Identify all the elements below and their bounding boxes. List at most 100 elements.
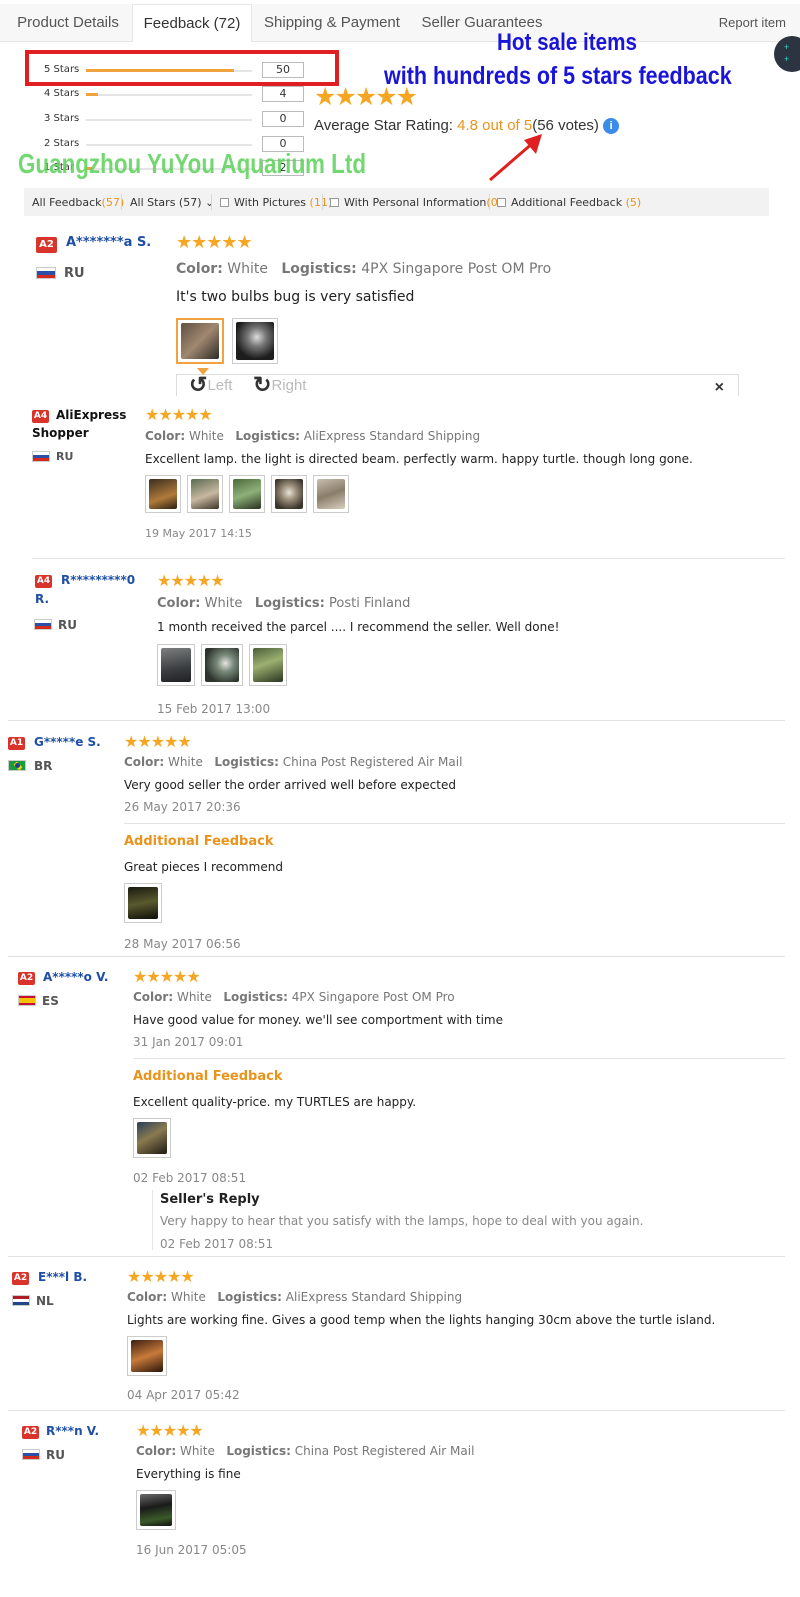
seller-reply-text: Very happy to hear that you satisfy with… bbox=[160, 1214, 644, 1228]
review-photo-thumb[interactable] bbox=[249, 644, 287, 686]
rating-row-label: 3 Stars bbox=[44, 113, 80, 124]
reviewer-country: RU bbox=[56, 450, 74, 463]
review-meta: Color: White Logistics: China Post Regis… bbox=[124, 755, 463, 769]
review-photo-thumb[interactable] bbox=[201, 644, 243, 686]
review-photo-thumb[interactable] bbox=[133, 1118, 171, 1158]
rotate-left-button[interactable]: ↺Left bbox=[189, 372, 232, 398]
review-photo-thumb[interactable] bbox=[145, 475, 181, 513]
reviewer-name[interactable]: E***l B. bbox=[38, 1270, 87, 1284]
additional-feedback-text: Excellent quality-price. my TURTLES are … bbox=[133, 1095, 417, 1109]
buyer-level-badge: A1 bbox=[8, 737, 25, 750]
reviewer-name[interactable]: R***n V. bbox=[46, 1424, 99, 1438]
rotate-right-button[interactable]: ↻Right bbox=[253, 372, 306, 398]
reviewer-name[interactable]: A*******a S. bbox=[66, 235, 151, 250]
reply-indent-line bbox=[152, 1190, 153, 1250]
review-text: Excellent lamp. the light is directed be… bbox=[145, 452, 693, 466]
additional-feedback-date: 28 May 2017 06:56 bbox=[124, 937, 241, 951]
rating-bar bbox=[86, 93, 252, 96]
average-rating: Average Star Rating: 4.8 out of 5(56 vot… bbox=[314, 117, 620, 134]
rotate-left-icon: ↺ bbox=[189, 372, 208, 397]
reviewer-name[interactable]: A*****o V. bbox=[43, 970, 108, 984]
tab-product-details[interactable]: Product Details bbox=[0, 4, 136, 42]
feedback-tabs: Product Details Feedback (72) Shipping &… bbox=[0, 4, 800, 42]
divider bbox=[124, 823, 785, 824]
store-watermark: Guangzhou YuYou Aquarium Ltd bbox=[18, 148, 367, 179]
review-stars: ★★★★★ bbox=[124, 734, 192, 751]
average-rating-label: Average Star Rating: bbox=[314, 117, 453, 134]
review-photo-thumb[interactable] bbox=[271, 475, 307, 513]
review-photo-thumb[interactable] bbox=[232, 318, 278, 364]
checkbox[interactable] bbox=[220, 198, 229, 207]
feedback-filter-bar: All Feedback(57) All Stars (57) ⌄ With P… bbox=[24, 188, 769, 216]
review-meta: Color: White Logistics: Posti Finland bbox=[157, 596, 411, 611]
reviewer-country: RU bbox=[58, 618, 77, 632]
rating-bar bbox=[86, 144, 252, 146]
reviewer-country: NL bbox=[36, 1294, 54, 1308]
netherlands-flag-icon bbox=[12, 1295, 30, 1306]
review-meta: Color: White Logistics: 4PX Singapore Po… bbox=[133, 990, 455, 1004]
filter-with-pictures[interactable]: With Pictures (11) bbox=[220, 196, 332, 209]
reviewer-name[interactable]: G*****e S. bbox=[34, 735, 101, 749]
review-stars: ★★★★★ bbox=[133, 969, 201, 986]
floating-widget-button[interactable]: + + bbox=[774, 36, 800, 72]
review-text: Lights are working fine. Gives a good te… bbox=[127, 1313, 716, 1327]
rating-row-3[interactable]: 3 Stars 0 bbox=[44, 111, 304, 131]
chevron-down-icon: ⌄ bbox=[205, 196, 215, 209]
additional-feedback-date: 02 Feb 2017 08:51 bbox=[133, 1171, 247, 1185]
close-icon[interactable]: × bbox=[715, 379, 724, 397]
reviewer-name-cont[interactable]: R. bbox=[35, 592, 49, 606]
review-text: Have good value for money. we'll see com… bbox=[133, 1013, 503, 1027]
filter-all-feedback[interactable]: All Feedback(57) bbox=[32, 196, 124, 209]
spain-flag-icon bbox=[18, 995, 36, 1006]
review-stars: ★★★★★ bbox=[145, 407, 213, 424]
checkbox[interactable] bbox=[497, 198, 506, 207]
review-photos bbox=[157, 644, 293, 686]
russia-flag-icon bbox=[32, 451, 50, 462]
review-photo-thumb[interactable] bbox=[127, 1336, 167, 1376]
review-stars: ★★★★★ bbox=[157, 573, 225, 590]
review-photo-thumb[interactable] bbox=[313, 475, 349, 513]
review-text: 1 month received the parcel .... I recom… bbox=[157, 620, 560, 634]
divider bbox=[8, 720, 785, 721]
reviewer-name[interactable]: AliExpress bbox=[56, 408, 126, 422]
red-arrow-icon bbox=[489, 134, 542, 182]
rating-row-count: 4 bbox=[262, 86, 304, 102]
review-photo-thumb[interactable] bbox=[229, 475, 265, 513]
plus-icon: + bbox=[784, 42, 790, 52]
reviewer-name-cont[interactable]: Shopper bbox=[32, 426, 89, 440]
filter-personal-info[interactable]: With Personal Information(0) bbox=[330, 196, 502, 209]
tab-shipping-payment[interactable]: Shipping & Payment bbox=[252, 4, 412, 42]
tab-feedback[interactable]: Feedback (72) bbox=[132, 4, 252, 42]
rating-row-4[interactable]: 4 Stars 4 bbox=[44, 86, 304, 106]
filter-additional-feedback[interactable]: Additional Feedback (5) bbox=[497, 196, 641, 209]
buyer-level-badge: A2 bbox=[18, 972, 35, 985]
review-meta: Color: White Logistics: China Post Regis… bbox=[136, 1444, 475, 1458]
divider bbox=[8, 956, 785, 957]
review-photo-thumb[interactable] bbox=[187, 475, 223, 513]
review-stars: ★★★★★ bbox=[136, 1423, 204, 1440]
review-photos bbox=[127, 1336, 175, 1376]
review-photos bbox=[136, 1490, 184, 1530]
additional-feedback-title: Additional Feedback bbox=[133, 1069, 283, 1084]
additional-feedback-text: Great pieces I recommend bbox=[124, 860, 283, 874]
rating-row-count: 0 bbox=[262, 111, 304, 127]
info-icon[interactable]: i bbox=[603, 118, 620, 134]
checkbox[interactable] bbox=[330, 198, 339, 207]
reviewer-name[interactable]: R*********0 bbox=[61, 573, 135, 587]
review-photos bbox=[124, 883, 170, 923]
review-photo-thumb[interactable] bbox=[136, 1490, 176, 1530]
filter-all-stars-dropdown[interactable]: All Stars (57) ⌄ bbox=[130, 196, 214, 209]
review-photo-thumb[interactable] bbox=[124, 883, 162, 923]
review-date: 26 May 2017 20:36 bbox=[124, 800, 241, 814]
rotate-right-icon: ↻ bbox=[253, 372, 272, 397]
review-text: Everything is fine bbox=[136, 1467, 241, 1481]
report-item-link[interactable]: Report item bbox=[719, 4, 786, 42]
review-date: 04 Apr 2017 05:42 bbox=[127, 1388, 240, 1402]
review-photo-thumb[interactable] bbox=[176, 318, 224, 364]
rating-bar bbox=[86, 119, 252, 121]
review-photo-thumb[interactable] bbox=[157, 644, 195, 686]
divider bbox=[32, 558, 785, 559]
divider bbox=[8, 1410, 785, 1411]
seller-reply-date: 02 Feb 2017 08:51 bbox=[160, 1237, 274, 1251]
promo-heading: Hot sale items bbox=[497, 29, 637, 56]
